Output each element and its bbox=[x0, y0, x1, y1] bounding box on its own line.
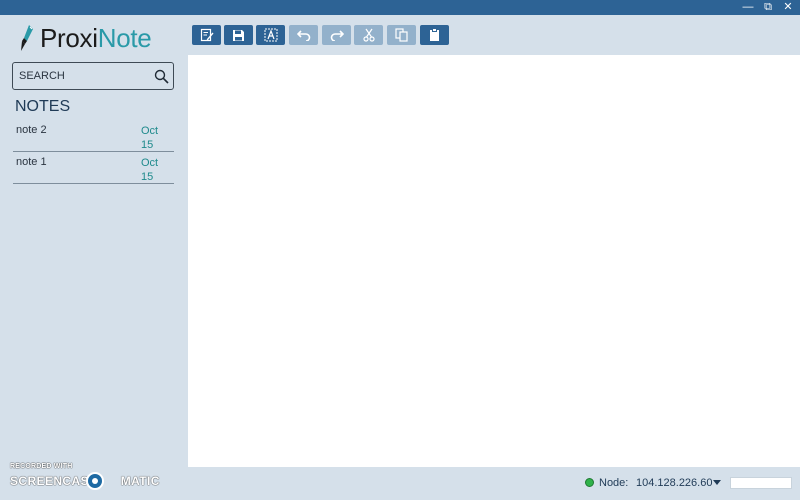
pen-nib-icon bbox=[21, 25, 33, 51]
title-bar: — ⧉ ✕ bbox=[0, 0, 800, 15]
clipboard-icon bbox=[430, 28, 439, 41]
note-date-month: Oct bbox=[141, 125, 159, 137]
screencast-logo-icon bbox=[86, 472, 104, 490]
app-logo: ProxiNote bbox=[18, 22, 178, 54]
note-date-month: Oct bbox=[141, 157, 159, 169]
notes-heading: NOTES bbox=[15, 98, 71, 115]
watermark-line1: RECORDED WITH bbox=[10, 463, 73, 470]
text-select-icon bbox=[264, 28, 277, 42]
app-name: ProxiNote bbox=[40, 22, 152, 54]
note-date-day: 15 bbox=[141, 139, 154, 151]
note-list-item[interactable]: note 2 Oct 15 bbox=[13, 120, 174, 152]
watermark-brand-b: MATIC bbox=[120, 474, 160, 488]
node-input[interactable] bbox=[730, 477, 792, 489]
paste-button[interactable] bbox=[420, 25, 449, 45]
note-date: Oct 15 bbox=[141, 124, 171, 152]
restore-button[interactable]: ⧉ bbox=[759, 0, 777, 15]
node-label: Node: bbox=[599, 477, 629, 489]
app-name-part1: Proxi bbox=[40, 23, 98, 53]
close-button[interactable]: ✕ bbox=[779, 0, 797, 15]
redo-button[interactable] bbox=[322, 25, 351, 45]
undo-button[interactable] bbox=[289, 25, 318, 45]
copy-button[interactable] bbox=[387, 25, 416, 45]
watermark-line2: SCREENCAST MATIC bbox=[10, 474, 160, 488]
select-text-button[interactable] bbox=[256, 25, 285, 45]
save-button[interactable] bbox=[224, 25, 253, 45]
redo-icon bbox=[330, 30, 344, 41]
save-icon bbox=[233, 29, 244, 41]
undo-icon bbox=[296, 30, 310, 41]
search-input[interactable]: SEARCH bbox=[19, 63, 65, 90]
note-date: Oct 15 bbox=[141, 156, 171, 184]
connection-status-icon bbox=[585, 478, 594, 487]
app-name-part2: Note bbox=[97, 23, 152, 53]
new-note-button[interactable] bbox=[192, 25, 221, 45]
cut-button[interactable] bbox=[354, 25, 383, 45]
note-list-item[interactable]: note 1 Oct 15 bbox=[13, 152, 174, 184]
note-editor[interactable] bbox=[188, 55, 800, 467]
note-title: note 2 bbox=[16, 124, 47, 136]
note-title: note 1 bbox=[16, 156, 47, 168]
watermark-brand-a: SCREENCAST bbox=[10, 474, 97, 488]
search-icon[interactable] bbox=[154, 69, 169, 84]
chevron-down-icon[interactable] bbox=[713, 480, 721, 485]
copy-icon bbox=[395, 28, 408, 42]
search-box[interactable]: SEARCH bbox=[12, 62, 174, 90]
minimize-button[interactable]: — bbox=[739, 0, 757, 15]
scissors-icon bbox=[362, 28, 375, 42]
node-address: 104.128.226.60 bbox=[636, 477, 713, 489]
note-date-day: 15 bbox=[141, 171, 154, 183]
edit-note-icon bbox=[200, 28, 213, 42]
screencast-watermark: RECORDED WITH SCREENCAST MATIC bbox=[10, 463, 160, 495]
